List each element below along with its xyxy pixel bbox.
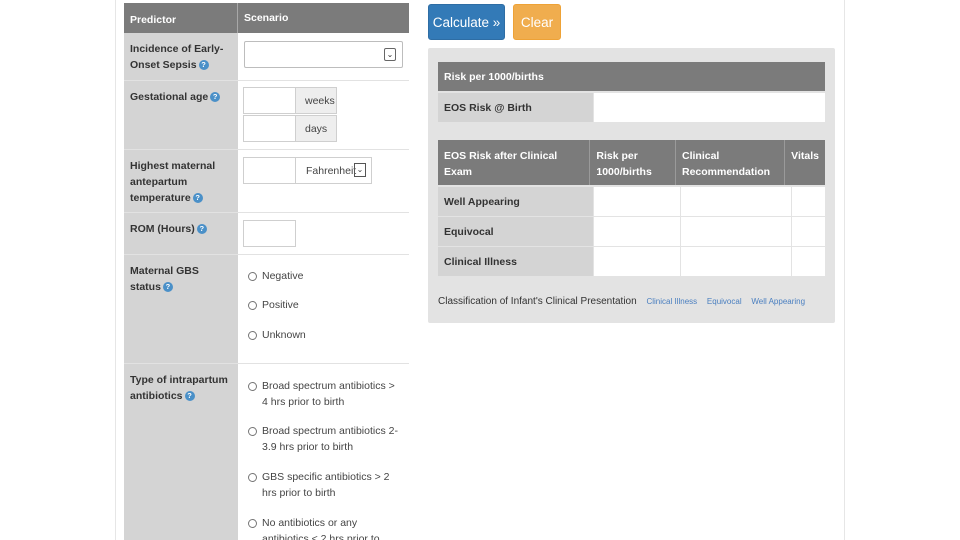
exam-row-clinical-illness: Clinical Illness [438, 247, 825, 276]
risk-header: Risk per 1000/births [438, 62, 825, 91]
eos-birth-label: EOS Risk @ Birth [438, 93, 593, 122]
temperature-label: Highest maternal antepartum temperature? [124, 150, 238, 212]
help-icon[interactable]: ? [184, 391, 195, 401]
radio-button[interactable] [248, 382, 257, 391]
incidence-select[interactable]: ⌄ [244, 41, 403, 68]
gbs-status-row: Maternal GBS status? Negative Positive U… [124, 255, 409, 364]
help-icon[interactable]: ? [162, 282, 173, 292]
page-border-left [115, 0, 116, 540]
gestational-weeks-input[interactable] [243, 87, 296, 114]
radio-button[interactable] [248, 519, 257, 528]
gbs-option-negative[interactable]: Negative [248, 268, 303, 284]
chevron-down-icon: ⌄ [354, 163, 366, 177]
clear-button[interactable]: Clear [513, 4, 561, 40]
antibiotics-row: Type of intrapartum antibiotics? Broad s… [124, 364, 409, 540]
calculate-button[interactable]: Calculate » [428, 4, 505, 40]
link-well-appearing[interactable]: Well Appearing [751, 297, 805, 306]
link-equivocal[interactable]: Equivocal [707, 297, 742, 306]
recommendation-col-header: Clinical Recommendation [676, 140, 786, 185]
chevron-down-icon: ⌄ [384, 48, 396, 61]
exam-row-label: Clinical Illness [438, 247, 593, 276]
incidence-row: Incidence of Early-Onset Sepsis? ⌄ [124, 33, 409, 81]
help-icon[interactable]: ? [192, 193, 203, 203]
page-border-right [844, 0, 845, 540]
gbs-status-label: Maternal GBS status? [124, 255, 238, 363]
predictor-table-header: Predictor Scenario [124, 3, 409, 33]
gestational-age-label: Gestational age? [124, 81, 238, 149]
rom-label: ROM (Hours)? [124, 213, 238, 254]
antibiotics-option-none[interactable]: No antibiotics or any antibiotics < 2 hr… [248, 515, 398, 540]
temperature-input[interactable] [243, 157, 296, 184]
help-icon[interactable]: ? [198, 60, 209, 70]
classification-label: Classification of Infant's Clinical Pres… [438, 296, 637, 307]
radio-button[interactable] [248, 427, 257, 436]
days-addon: days [295, 115, 337, 142]
antibiotics-option-broad-2[interactable]: Broad spectrum antibiotics 2-3.9 hrs pri… [248, 423, 398, 455]
exam-row-well-appearing: Well Appearing [438, 187, 825, 216]
antibiotics-label: Type of intrapartum antibiotics? [124, 364, 238, 540]
scenario-header: Scenario [238, 3, 409, 33]
radio-button[interactable] [248, 473, 257, 482]
predictor-header: Predictor [124, 3, 238, 33]
exam-table-header: EOS Risk after Clinical Exam Risk per 10… [438, 140, 825, 185]
radio-button[interactable] [248, 272, 257, 281]
radio-button[interactable] [248, 331, 257, 340]
link-clinical-illness[interactable]: Clinical Illness [646, 297, 697, 306]
gestational-age-row: Gestational age? weeks days [124, 81, 409, 150]
results-panel: Risk per 1000/births EOS Risk @ Birth EO… [428, 48, 835, 323]
help-icon[interactable]: ? [196, 224, 207, 234]
rom-row: ROM (Hours)? [124, 213, 409, 255]
exam-row-equivocal: Equivocal [438, 217, 825, 246]
predictor-table: Predictor Scenario Incidence of Early-On… [124, 3, 409, 540]
gestational-days-input[interactable] [243, 115, 296, 142]
gbs-option-positive[interactable]: Positive [248, 297, 299, 313]
exam-col-header: EOS Risk after Clinical Exam [438, 140, 591, 185]
temperature-unit-select[interactable]: Fahrenheit ⌄ [295, 157, 372, 184]
radio-button[interactable] [248, 301, 257, 310]
vitals-col-header: Vitals [791, 150, 819, 162]
gbs-option-unknown[interactable]: Unknown [248, 327, 306, 343]
exam-row-label: Well Appearing [438, 187, 593, 216]
rom-hours-input[interactable] [243, 220, 296, 247]
classification-line: Classification of Infant's Clinical Pres… [438, 296, 805, 307]
exam-row-label: Equivocal [438, 217, 593, 246]
help-icon[interactable]: ? [210, 92, 221, 102]
eos-birth-value [593, 93, 825, 122]
temperature-row: Highest maternal antepartum temperature?… [124, 150, 409, 213]
antibiotics-option-broad-4[interactable]: Broad spectrum antibiotics > 4 hrs prior… [248, 378, 398, 410]
risk-col-header: Risk per 1000/births [590, 140, 676, 185]
eos-birth-row: EOS Risk @ Birth [438, 93, 825, 122]
weeks-addon: weeks [295, 87, 337, 114]
incidence-label: Incidence of Early-Onset Sepsis? [124, 33, 238, 80]
antibiotics-option-gbs-specific[interactable]: GBS specific antibiotics > 2 hrs prior t… [248, 469, 398, 501]
